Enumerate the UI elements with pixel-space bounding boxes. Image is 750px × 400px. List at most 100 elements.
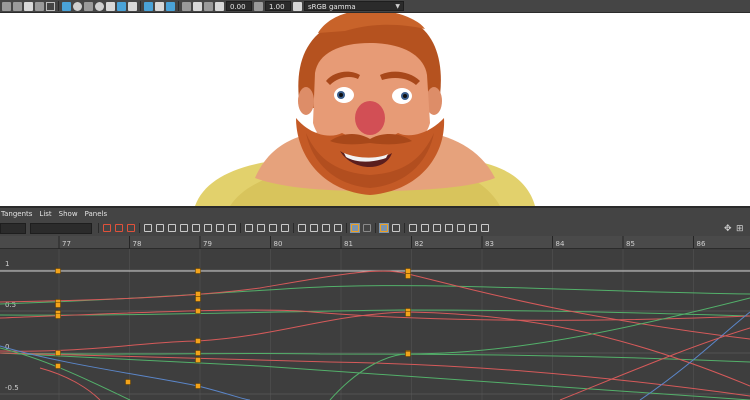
value-snap-icon[interactable] [391,223,401,233]
xray-joints-icon[interactable] [166,1,175,11]
simplify-icon[interactable] [444,223,454,233]
curve-select-icon[interactable] [256,223,266,233]
frame-label: 84 [556,240,565,248]
menu-list[interactable]: List [39,210,51,218]
keyframe [195,308,201,314]
keyframe [405,351,411,357]
scale-icon[interactable]: ⊞ [736,224,744,234]
menu-show[interactable]: Show [59,210,78,218]
keyframe [195,338,201,344]
isolate-select-icon[interactable] [144,1,153,11]
keyframe [55,268,61,274]
stats-field-a[interactable] [0,222,26,234]
gamma-icon[interactable] [204,1,213,11]
anim-curve [0,285,750,305]
gamma-field[interactable]: 1.00 [265,1,291,11]
toolbar-separator [98,223,99,233]
keyframe [55,302,61,308]
graph-view[interactable]: 77 78 79 80 81 82 83 84 85 86 1 0.5 0 -0.5 [0,236,750,400]
grid-icon[interactable] [13,1,22,11]
denormalize-icon[interactable] [309,223,319,233]
exposure-field[interactable]: 0.00 [226,1,252,11]
curve-filter-icon[interactable] [408,223,418,233]
frame-all-icon[interactable] [126,223,136,233]
tangent-spline-icon[interactable] [143,223,153,233]
nose [355,101,385,135]
frame-label: 78 [133,240,142,248]
auto-load-icon[interactable] [350,223,360,233]
frame-label: 79 [203,240,212,248]
character-render [195,13,535,206]
tangent-step-icon[interactable] [179,223,189,233]
keyframe [195,291,201,297]
move-icon[interactable]: ✥ [724,224,732,234]
anim-curve [0,352,750,397]
image-plane-icon[interactable] [182,1,191,11]
frame-label: 81 [344,240,353,248]
buffer-curve-icon[interactable] [203,223,213,233]
stats-field-b[interactable] [30,222,92,234]
time-snap-icon[interactable] [379,223,389,233]
keyframe [55,350,61,356]
key-icon[interactable] [102,223,112,233]
snapshot-icon[interactable] [321,223,331,233]
retime-icon[interactable] [333,223,343,233]
stack-icon[interactable] [280,223,290,233]
keyframe [195,350,201,356]
wireframe-icon[interactable] [62,1,71,11]
toolbar-separator [240,223,241,233]
keyframe [195,357,201,363]
euler-filter-icon[interactable] [420,223,430,233]
motion-blur-icon[interactable] [128,1,137,11]
textured-icon[interactable] [84,1,93,11]
normalize-icon[interactable] [297,223,307,233]
color-space-dropdown[interactable]: sRGB gamma ▼ [304,1,404,11]
toolbar-separator [139,223,140,233]
anim-curve [639,311,750,400]
menu-panels[interactable]: Panels [85,210,108,218]
toolbar-separator [293,223,294,233]
film-gate-icon[interactable] [24,1,33,11]
keyframe [55,363,61,369]
frame-label: 85 [626,240,635,248]
keyframe [55,313,61,319]
tangent-plateau-icon[interactable] [191,223,201,233]
lights-icon[interactable] [95,1,104,11]
lock-icon[interactable] [268,223,278,233]
toolbar-separator [404,223,405,233]
key-reducer-icon[interactable] [480,223,490,233]
frame-label: 80 [274,240,283,248]
graph-canvas[interactable]: 77 78 79 80 81 82 83 84 85 8610.50-0.5 [0,236,750,400]
color-space-value: sRGB gamma [308,3,356,11]
resolution-gate-icon[interactable] [35,1,44,11]
break-icon[interactable] [114,223,124,233]
safe-area-icon[interactable] [46,1,55,11]
pre-infinity-icon[interactable] [227,223,237,233]
infinity-icon[interactable] [215,223,225,233]
tangent-linear-icon[interactable] [155,223,165,233]
resample-icon[interactable] [432,223,442,233]
smooth-icon[interactable] [456,223,466,233]
butterworth-icon[interactable] [468,223,478,233]
shadows-icon[interactable] [106,1,115,11]
keyframe [125,379,131,385]
load-selected-icon[interactable] [362,223,372,233]
tangent-flat-icon[interactable] [167,223,177,233]
view-transform-icon[interactable] [293,1,302,11]
color-management-icon[interactable] [215,1,224,11]
toolbar-separator [346,223,347,233]
anim-curve [0,352,750,363]
gamma-toggle-icon[interactable] [254,1,263,11]
anim-curve [0,270,750,340]
graph-editor-menubar: Tangents List Show Panels [0,208,750,220]
exposure-icon[interactable] [193,1,202,11]
xray-icon[interactable] [155,1,164,11]
post-infinity-icon[interactable] [244,223,254,233]
menu-tangents[interactable]: Tangents [1,210,32,218]
screen-space-ao-icon[interactable] [117,1,126,11]
toolbar-separator [178,1,179,11]
smooth-shade-icon[interactable] [73,1,82,11]
keyframe [195,268,201,274]
3d-viewport[interactable] [0,13,750,206]
camera-icon[interactable] [2,1,11,11]
